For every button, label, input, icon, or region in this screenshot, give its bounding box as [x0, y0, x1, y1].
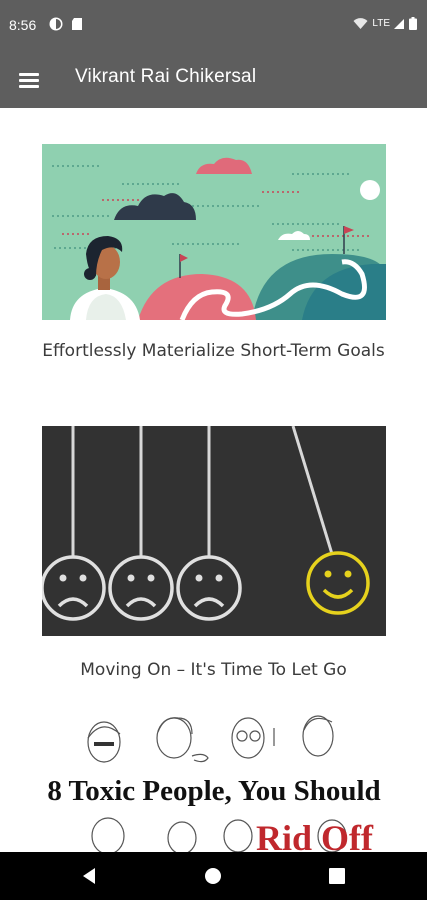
notification-app-icon: [49, 17, 63, 31]
post-list: Effortlessly Materialize Short-Term Goal…: [0, 108, 427, 852]
status-time: 8:56: [9, 17, 37, 33]
post-card[interactable]: Effortlessly Materialize Short-Term Goal…: [0, 144, 427, 398]
post-title[interactable]: Effortlessly Materialize Short-Term Goal…: [30, 338, 397, 365]
app-bar: Vikrant Rai Chikersal: [0, 52, 427, 108]
status-system-icons: LTE: [353, 17, 417, 30]
battery-icon: [409, 17, 417, 30]
menu-button[interactable]: [16, 66, 44, 94]
sd-card-icon: [72, 18, 82, 30]
post-card[interactable]: Moving On – It's Time To Let Go: [0, 425, 427, 685]
post-title[interactable]: Moving On – It's Time To Let Go: [30, 657, 397, 684]
signal-icon: [394, 18, 404, 29]
system-navigation-bar: [0, 852, 427, 900]
post-card[interactable]: 8 Toxic People, You Should Rid Off: [0, 708, 427, 852]
status-bar: 8:56 LTE: [0, 0, 427, 52]
network-type: LTE: [372, 18, 390, 29]
post-image-let-go[interactable]: [42, 426, 386, 636]
wifi-icon: [353, 17, 368, 29]
post-image-headline: 8 Toxic People, You Should: [47, 775, 380, 807]
post-image-toxic-people[interactable]: 8 Toxic People, You Should Rid Off: [42, 708, 386, 852]
app-title: Vikrant Rai Chikersal: [75, 66, 257, 87]
recents-icon[interactable]: [324, 864, 350, 888]
post-image-subheadline: Rid Off: [256, 818, 374, 852]
post-image-goals[interactable]: [42, 144, 386, 320]
status-notification-icons: [49, 17, 83, 31]
home-icon[interactable]: [200, 864, 226, 888]
back-icon[interactable]: [77, 864, 103, 888]
